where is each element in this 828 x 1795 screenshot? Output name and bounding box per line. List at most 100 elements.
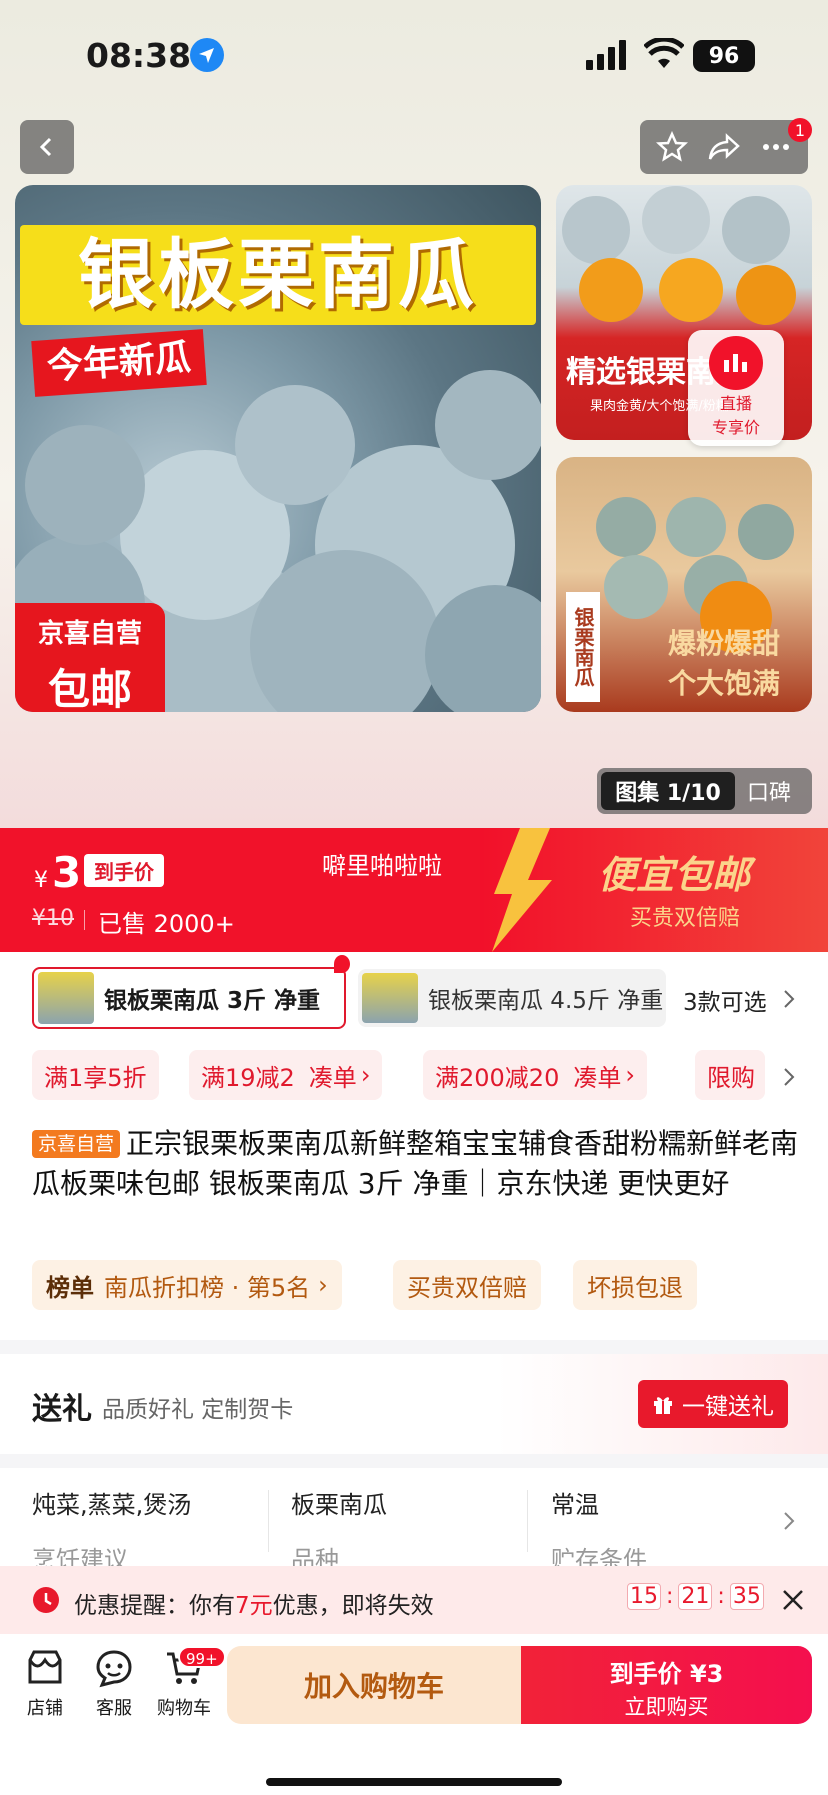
buy-now-button[interactable]: 到手价 ¥3 立即购买 [521, 1646, 812, 1724]
location-icon [190, 38, 224, 72]
variant-thumb [362, 973, 418, 1023]
status-time: 08:38 [86, 36, 192, 75]
chat-icon [96, 1650, 132, 1688]
cart-count-badge: 99+ [178, 1646, 226, 1668]
coupon-chip[interactable]: 限购 [695, 1050, 765, 1100]
thumb2-vertical-label: 银栗南瓜 [566, 592, 600, 702]
send-gift-button[interactable]: 一键送礼 [638, 1380, 788, 1428]
reminder-text: 优惠提醒：你有7元优惠，即将失效 [74, 1586, 434, 1620]
shop-button[interactable]: 店铺 [22, 1648, 68, 1720]
clock-icon [33, 1587, 59, 1613]
thumb2-caption-1: 爆粉爆甜 [668, 627, 781, 660]
variant-option-selected[interactable]: 银板栗南瓜 3斤 净重 [32, 967, 346, 1029]
close-icon[interactable] [781, 1588, 805, 1612]
gift-title: 送礼 [32, 1392, 92, 1427]
chevron-right-icon: › [360, 1061, 371, 1089]
section-divider [0, 1454, 828, 1468]
promo-panel: 便宜包邮 买贵双倍赔 [480, 828, 828, 952]
variant-thumb [38, 972, 94, 1024]
star-icon[interactable] [655, 131, 688, 163]
countdown-minutes: 21 [678, 1583, 713, 1610]
send-gift-label: 一键送礼 [682, 1394, 774, 1420]
attr-cooking: 炖菜,蒸菜,煲汤 烹饪建议 [32, 1485, 191, 1575]
banner-title: 银板栗南瓜 [20, 225, 536, 325]
shop-name: 噼里啪啦啦 [322, 852, 442, 880]
countdown-hours: 15 [627, 1583, 661, 1610]
sold-count: 已售 2000+ [98, 910, 235, 938]
product-title-block: 京喜自营 正宗银栗板栗南瓜新鲜整箱宝宝辅食香甜粉糯新鲜老南瓜板栗味包邮 银板栗南瓜… [32, 1124, 802, 1204]
reminder-prefix: 优惠提醒：你有 [74, 1593, 235, 1619]
live-label: 直播 [719, 394, 752, 413]
chevron-right-icon: › [318, 1271, 328, 1299]
ranking-tag[interactable]: 榜单 南瓜折扣榜 · 第5名 › [32, 1260, 342, 1310]
live-price-label: 专享价 [711, 418, 760, 437]
thumb2-caption-2: 个大饱满 [668, 667, 781, 700]
variant-label: 银板栗南瓜 4.5斤 净重 [428, 988, 664, 1014]
price-banner: ¥ 3 到手价 ¥10 已售 2000+ 噼里啪啦啦 便宜包邮 买贵双倍赔 [0, 828, 828, 952]
countdown-timer: 15: 21: 35 [627, 1583, 764, 1610]
wifi-icon [643, 36, 685, 74]
customer-service-button[interactable]: 客服 [91, 1648, 137, 1720]
live-icon [709, 336, 763, 390]
share-icon[interactable] [707, 131, 741, 163]
top-action-bar [640, 120, 808, 174]
countdown-seconds: 35 [729, 1583, 764, 1610]
main-product-image[interactable]: 银板栗南瓜 今年新瓜 京喜自营 包邮 [15, 185, 541, 712]
gift-subtitle: 品质好礼 定制贺卡 [102, 1397, 294, 1423]
attr-storage: 常温 贮存条件 [551, 1485, 647, 1575]
price-divider [84, 910, 85, 930]
gallery-tab-images[interactable]: 图集 1/10 [601, 772, 735, 810]
cart-label: 购物车 [157, 1698, 211, 1719]
attr-divider [268, 1490, 269, 1552]
reminder-suffix: 优惠，即将失效 [272, 1593, 434, 1619]
battery-indicator: 96 [693, 40, 755, 72]
variants-more-link[interactable]: 3款可选 [683, 983, 767, 1017]
notification-badge: 1 [788, 118, 812, 142]
gift-icon [654, 1397, 672, 1414]
gallery-tab-reviews[interactable]: 口碑 [747, 772, 791, 810]
promo-subtitle: 买贵双倍赔 [630, 906, 741, 931]
more-icon[interactable] [760, 131, 792, 163]
signal-icon [586, 40, 630, 74]
price-value: 3 [52, 848, 82, 897]
live-stream-button[interactable]: 直播 专享价 [688, 330, 784, 446]
section-divider [0, 1340, 828, 1354]
attr-divider [527, 1490, 528, 1552]
attr-variety: 板栗南瓜 品种 [291, 1485, 387, 1575]
product-gallery-area: 08:38 96 1 银板栗南瓜 今年新瓜 京喜自营 包邮 精选银栗南瓜 果肉金… [0, 0, 828, 828]
coupon-chip[interactable]: 满19减2 凑单 › [189, 1050, 383, 1100]
variant-label: 银板栗南瓜 3斤 净重 [104, 988, 321, 1014]
coupon-chip[interactable]: 满200减20 凑单 › [423, 1050, 647, 1100]
variant-option[interactable]: 银板栗南瓜 4.5斤 净重 [358, 969, 666, 1027]
chevron-right-icon[interactable] [782, 1510, 796, 1532]
guarantee-tag[interactable]: 买贵双倍赔 [393, 1260, 541, 1310]
return-tag[interactable]: 坏损包退 [573, 1260, 697, 1310]
attr-value: 常温 [551, 1491, 599, 1519]
chevron-right-icon[interactable] [782, 988, 796, 1010]
chevron-right-icon[interactable] [782, 1066, 796, 1088]
reminder-amount: 7元 [235, 1593, 273, 1619]
gift-section: 送礼 品质好礼 定制贺卡 一键送礼 [0, 1354, 828, 1454]
coupon-text: 满200减20 [435, 1063, 560, 1092]
thumbnail-image-2[interactable]: 银栗南瓜 爆粉爆甜 个大饱满 [556, 457, 812, 712]
ranking-label: 榜单 [46, 1273, 94, 1302]
coupon-text: 限购 [707, 1063, 755, 1092]
discount-reminder-bar: 优惠提醒：你有7元优惠，即将失效 15: 21: 35 [0, 1566, 828, 1634]
coupon-action: 凑单 [573, 1063, 622, 1092]
hot-flame-icon [334, 955, 350, 973]
original-price: ¥10 [32, 906, 74, 931]
ranking-text: 南瓜折扣榜 · 第5名 [104, 1273, 311, 1302]
coupon-chip[interactable]: 满1享5折 [32, 1050, 159, 1100]
service-label: 客服 [96, 1698, 132, 1719]
coupon-text: 满1享5折 [44, 1063, 147, 1092]
price-symbol: ¥ [34, 868, 48, 893]
attr-value: 板栗南瓜 [291, 1491, 387, 1519]
add-to-cart-button[interactable]: 加入购物车 [227, 1646, 521, 1724]
self-operated-tag: 京喜自营 [32, 1130, 121, 1158]
chevron-left-icon [39, 137, 52, 157]
back-button[interactable] [20, 120, 74, 174]
attr-value: 炖菜,蒸菜,煲汤 [32, 1491, 192, 1519]
bottom-action-bar: 店铺 客服 购物车 99+ 加入购物车 到手价 ¥3 立即购买 [0, 1634, 828, 1795]
coupon-text: 满19减2 [201, 1063, 295, 1092]
buy-now-label: 立即购买 [624, 1695, 709, 1719]
